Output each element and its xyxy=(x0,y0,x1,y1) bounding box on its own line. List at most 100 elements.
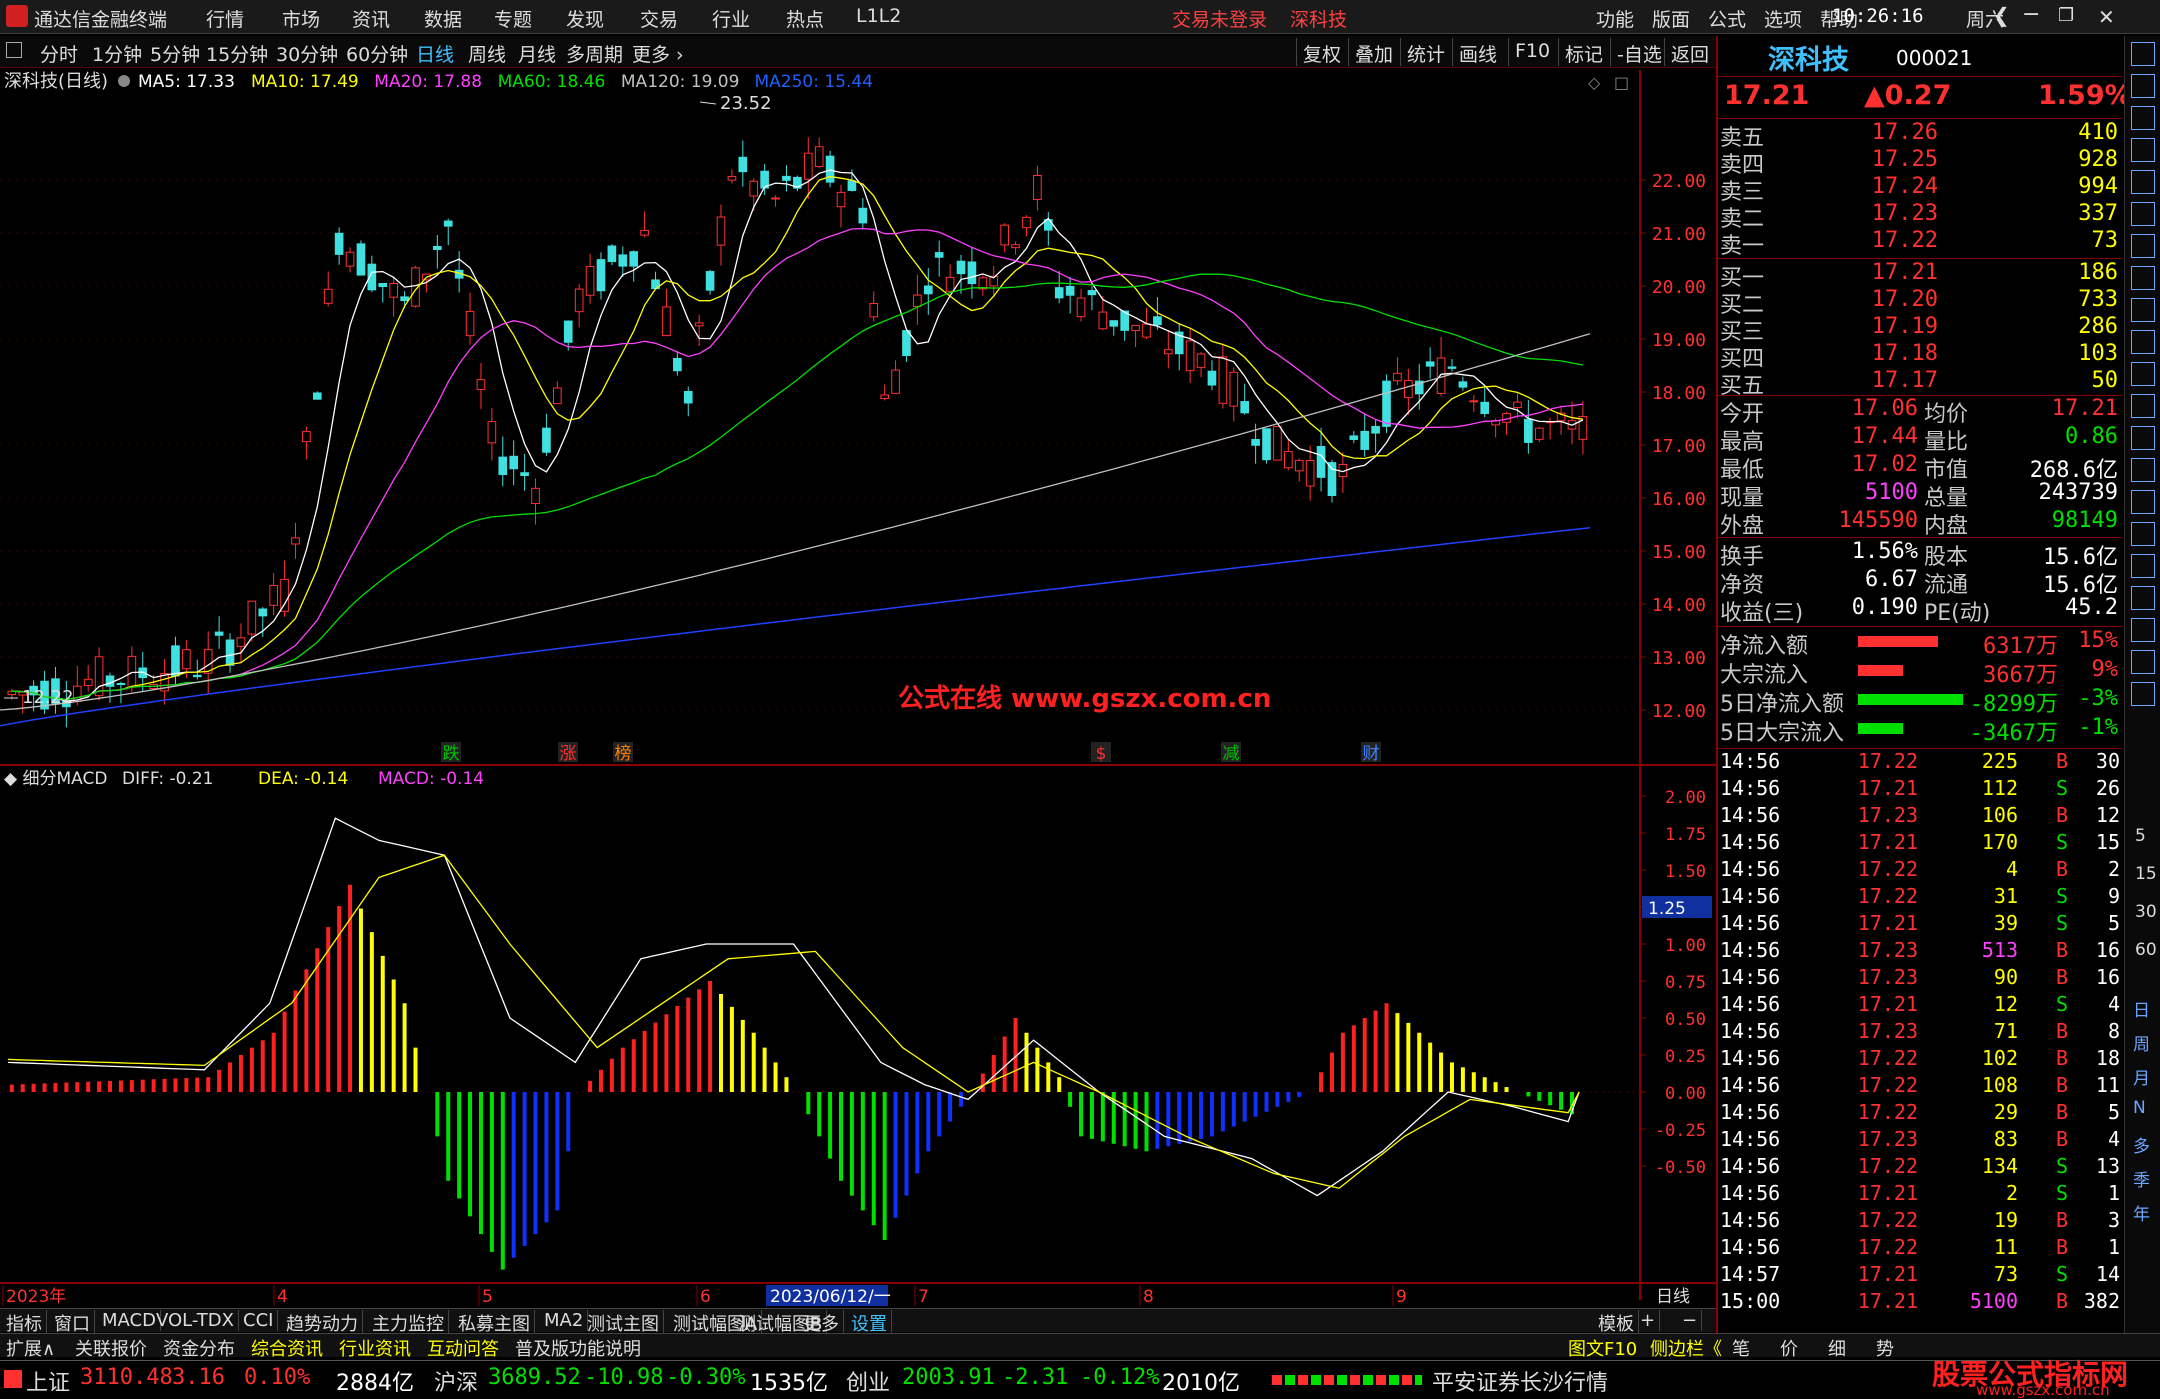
page-icon[interactable] xyxy=(2131,138,2155,162)
book-icon[interactable] xyxy=(2131,490,2155,514)
bid-row-3[interactable]: 买四 17.18 103 xyxy=(1718,341,2122,372)
ask-row-3[interactable]: 卖二 17.23 337 xyxy=(1718,201,2122,232)
tab2-2[interactable]: 资金分布 xyxy=(159,1335,239,1361)
down-arrow-icon[interactable] xyxy=(2131,106,2155,130)
bid-row-1[interactable]: 买二 17.20 733 xyxy=(1718,287,2122,318)
tab2-far-0[interactable]: 笔 xyxy=(1728,1335,1754,1361)
chart-area[interactable]: 22.00 21.00 20.00 19.00 18.00 17.00 16.00 15.00… xyxy=(0,70,1716,1308)
period-0[interactable]: 分时 xyxy=(40,40,78,67)
toolbar-0[interactable]: 复权 xyxy=(1296,38,1347,66)
tab2-0[interactable]: 扩展∧ xyxy=(2,1335,59,1361)
side-period-6[interactable]: 年 xyxy=(2133,1200,2150,1225)
back-arrow-icon[interactable]: ❮ xyxy=(1993,3,2010,27)
bars-icon[interactable] xyxy=(2131,234,2155,258)
menu-item-4[interactable]: 专题 xyxy=(494,5,532,32)
menu-right-3[interactable]: 选项 xyxy=(1764,5,1802,32)
index-name-0[interactable]: 上证 xyxy=(26,1365,70,1397)
toolbar-5[interactable]: 标记 xyxy=(1558,38,1609,66)
panel-toggle-icon[interactable] xyxy=(6,42,22,58)
menu-item-8[interactable]: 热点 xyxy=(786,5,824,32)
minimize-icon[interactable]: − xyxy=(2022,2,2040,27)
period-10[interactable]: 更多 › xyxy=(632,40,684,67)
side-period-3[interactable]: N xyxy=(2133,1098,2146,1118)
tab2-5[interactable]: 互动问答 xyxy=(423,1335,503,1361)
period-2[interactable]: 5分钟 xyxy=(150,40,200,67)
tab2-4[interactable]: 行业资讯 xyxy=(335,1335,415,1361)
menu-item-1[interactable]: 市场 xyxy=(282,5,320,32)
index-name-1[interactable]: 沪深 xyxy=(434,1365,478,1397)
ask-row-0[interactable]: 卖五 17.26 410 xyxy=(1718,120,2122,151)
lightning-icon[interactable] xyxy=(2131,426,2155,450)
tab2-far-1[interactable]: 价 xyxy=(1776,1335,1802,1361)
tab1-4[interactable]: CCI xyxy=(239,1310,279,1331)
toolbar-2[interactable]: 统计 xyxy=(1400,38,1451,66)
menu-item-3[interactable]: 数据 xyxy=(424,5,462,32)
rsi-icon[interactable] xyxy=(2131,554,2155,578)
tab1-8[interactable]: MA2 xyxy=(540,1310,589,1331)
period-7[interactable]: 周线 xyxy=(468,40,506,67)
table-icon[interactable] xyxy=(2131,330,2155,354)
side-period-5[interactable]: 季 xyxy=(2133,1166,2150,1191)
side-period-2[interactable]: 月 xyxy=(2133,1064,2150,1089)
toolbar-3[interactable]: 画线 xyxy=(1452,38,1503,66)
list-icon[interactable] xyxy=(2131,170,2155,194)
menu-right-2[interactable]: 公式 xyxy=(1708,5,1746,32)
menu-right-0[interactable]: 功能 xyxy=(1596,5,1634,32)
login-status[interactable]: 交易未登录 xyxy=(1172,5,1267,32)
period-9[interactable]: 多周期 xyxy=(566,40,623,67)
bid-row-2[interactable]: 买三 17.19 286 xyxy=(1718,314,2122,345)
pen-icon[interactable] xyxy=(2131,650,2155,674)
bid-row-4[interactable]: 买五 17.17 50 xyxy=(1718,368,2122,399)
period-8[interactable]: 月线 xyxy=(518,40,556,67)
tab1-right-2[interactable]: − xyxy=(1678,1310,1703,1331)
tab2-right-0[interactable]: 图文F10 xyxy=(1564,1335,1641,1361)
menu-item-2[interactable]: 资讯 xyxy=(352,5,390,32)
tab2-right-1[interactable]: 侧边栏《 xyxy=(1646,1335,1726,1361)
period-3[interactable]: 15分钟 xyxy=(206,40,268,67)
up-arrow-icon[interactable] xyxy=(2131,74,2155,98)
side-num-1[interactable]: 15 xyxy=(2135,864,2157,884)
restore-icon[interactable]: ❐ xyxy=(2058,5,2074,26)
toolbar-4[interactable]: F10 xyxy=(1508,38,1556,66)
side-num-3[interactable]: 60 xyxy=(2135,940,2157,960)
side-period-1[interactable]: 周 xyxy=(2133,1030,2150,1055)
side-period-0[interactable]: 日 xyxy=(2133,996,2150,1021)
wave-icon[interactable] xyxy=(2131,522,2155,546)
menu-item-6[interactable]: 交易 xyxy=(640,5,678,32)
chart-icon[interactable] xyxy=(2131,202,2155,226)
refresh-icon[interactable] xyxy=(2131,42,2155,66)
close-icon[interactable]: ✕ xyxy=(2098,5,2115,29)
tab1-3[interactable]: VOL-TDX xyxy=(152,1310,239,1331)
tab1-right-1[interactable]: + xyxy=(1636,1310,1661,1331)
ask-row-2[interactable]: 卖三 17.24 994 xyxy=(1718,174,2122,205)
menu-right-1[interactable]: 版面 xyxy=(1652,5,1690,32)
circle-icon[interactable] xyxy=(2131,458,2155,482)
tab2-6[interactable]: 普及版功能说明 xyxy=(511,1335,645,1361)
menu-item-0[interactable]: 行情 xyxy=(206,5,244,32)
menu-item-7[interactable]: 行业 xyxy=(712,5,750,32)
period-5[interactable]: 60分钟 xyxy=(346,40,408,67)
tab2-3[interactable]: 综合资讯 xyxy=(247,1335,327,1361)
period-6[interactable]: 日线 xyxy=(416,40,454,67)
period-4[interactable]: 30分钟 xyxy=(276,40,338,67)
toolbar-1[interactable]: 叠加 xyxy=(1348,38,1399,66)
tab2-far-2[interactable]: 细 xyxy=(1824,1335,1850,1361)
toolbar-7[interactable]: 返回 xyxy=(1664,38,1715,66)
ask-row-1[interactable]: 卖四 17.25 928 xyxy=(1718,147,2122,178)
side-period-4[interactable]: 多 xyxy=(2133,1132,2150,1157)
period-1[interactable]: 1分钟 xyxy=(92,40,142,67)
table2-icon[interactable] xyxy=(2131,682,2155,706)
menu-item-9[interactable]: L1L2 xyxy=(856,5,901,27)
ask-row-4[interactable]: 卖一 17.22 73 xyxy=(1718,228,2122,259)
move-icon[interactable] xyxy=(2131,618,2155,642)
f10-icon[interactable] xyxy=(2131,298,2155,322)
f2-icon[interactable] xyxy=(2131,394,2155,418)
tab2-far-3[interactable]: 势 xyxy=(1872,1335,1898,1361)
side-num-0[interactable]: 5 xyxy=(2135,826,2146,846)
side-num-2[interactable]: 30 xyxy=(2135,902,2157,922)
compare-icon[interactable] xyxy=(2131,362,2155,386)
grid-icon[interactable] xyxy=(2131,266,2155,290)
tab2-1[interactable]: 关联报价 xyxy=(71,1335,151,1361)
coin-icon[interactable] xyxy=(2131,586,2155,610)
bid-row-0[interactable]: 买一 17.21 186 xyxy=(1718,260,2122,291)
